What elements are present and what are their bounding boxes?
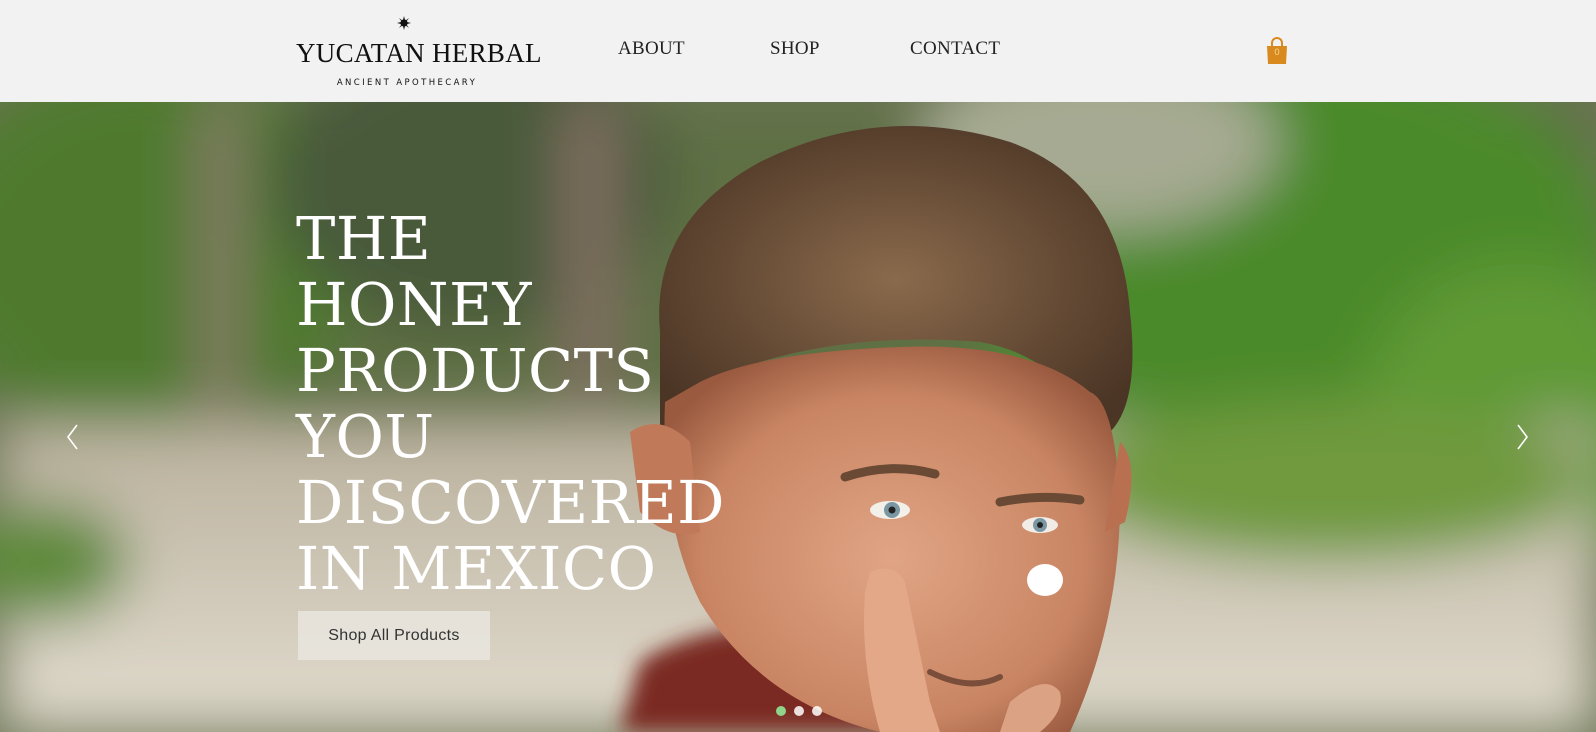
sun-star-icon <box>397 16 411 30</box>
headline-line: HONEY <box>296 270 532 339</box>
shop-all-products-button[interactable]: Shop All Products <box>298 611 490 660</box>
cart-count: 0 <box>1274 48 1280 58</box>
brand-name: YUCATAN HERBAL <box>296 38 542 68</box>
slide-dot[interactable] <box>794 706 804 716</box>
site-header: YUCATAN HERBAL ANCIENT APOTHECARY ABOUT … <box>0 0 1596 102</box>
slide-dot[interactable] <box>812 706 822 716</box>
nav-item-contact[interactable]: CONTACT <box>910 38 1000 60</box>
nav-item-shop[interactable]: SHOP <box>770 38 820 60</box>
brand-tagline: ANCIENT APOTHECARY <box>336 78 478 88</box>
cart-button[interactable]: 0 <box>1265 37 1289 65</box>
headline-line: THE <box>296 204 432 273</box>
hero-headline: THE HONEY PRODUCTS YOU DISCOVERED IN MEX… <box>296 206 756 602</box>
headline-line: IN MEXICO <box>296 534 657 603</box>
headline-line: YOU <box>296 402 435 471</box>
headline-line: DISCOVERED <box>296 468 725 537</box>
nav-item-about[interactable]: ABOUT <box>618 38 685 60</box>
slide-dot-active[interactable] <box>776 706 786 716</box>
hero-background-image <box>0 102 1596 732</box>
hero-slideshow: THE HONEY PRODUCTS YOU DISCOVERED IN MEX… <box>0 102 1596 732</box>
chevron-right-icon[interactable] <box>1511 422 1533 452</box>
headline-line: PRODUCTS <box>296 336 655 405</box>
brand-logo[interactable]: YUCATAN HERBAL ANCIENT APOTHECARY <box>296 14 542 90</box>
chevron-left-icon[interactable] <box>62 422 84 452</box>
